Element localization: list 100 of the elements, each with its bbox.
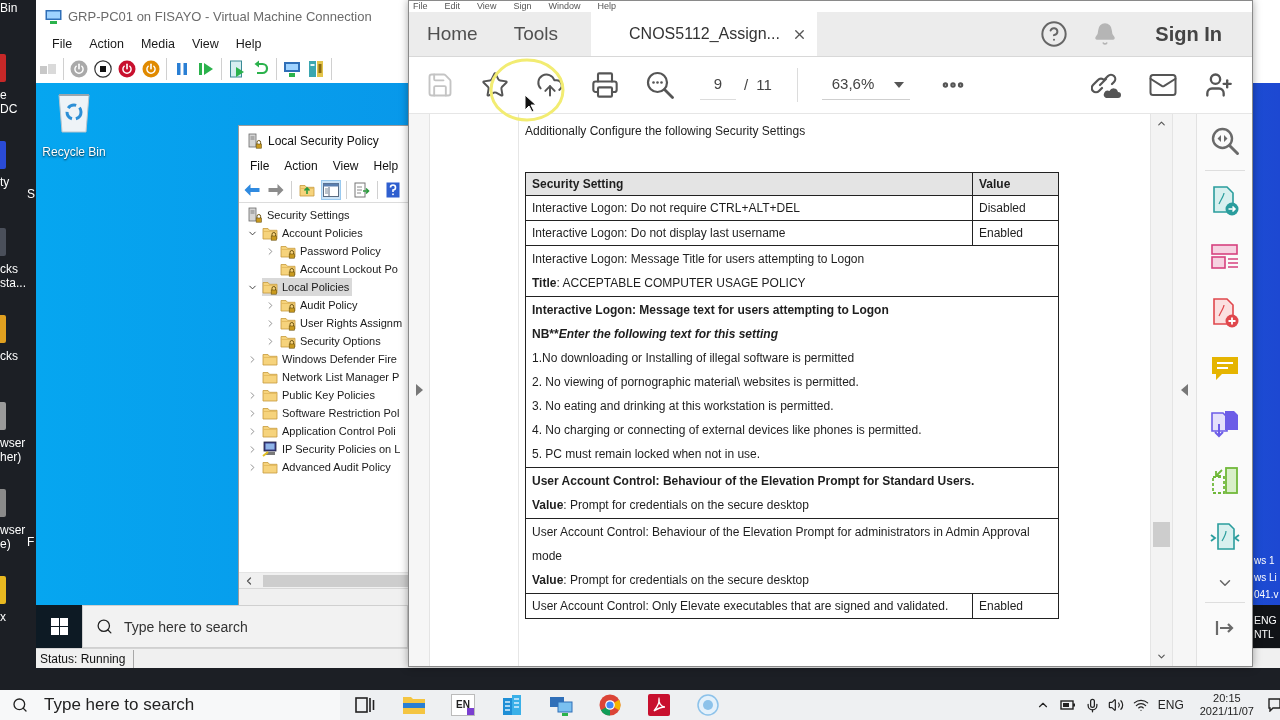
export-button[interactable] xyxy=(352,179,372,200)
tree-item[interactable]: Audit Policy xyxy=(280,296,361,314)
table-cell: Interactive Logon: Do not display last username xyxy=(525,220,973,246)
chevron-down-icon[interactable] xyxy=(1156,651,1167,662)
tree-item[interactable]: Advanced Audit Policy xyxy=(262,458,394,476)
menu-item[interactable]: File xyxy=(52,34,73,54)
documents-arrow-icon[interactable] xyxy=(1209,410,1240,440)
tree-item[interactable]: Local Policies xyxy=(262,278,353,296)
language-indicator[interactable]: NTL xyxy=(1254,626,1280,641)
tree-item[interactable]: Network List Manager P xyxy=(262,368,403,386)
menu-item[interactable]: Edit xyxy=(444,1,461,12)
desktop-icon-label: her) xyxy=(0,450,23,464)
tree-item[interactable]: IP Security Policies on L xyxy=(262,440,404,458)
desktop-icon-label: wser xyxy=(0,436,26,450)
page-layout-icon[interactable] xyxy=(1209,242,1240,272)
document-tab[interactable]: CNOS5112_Assign... xyxy=(591,12,818,56)
speaker-icon[interactable] xyxy=(1107,697,1124,713)
dashed-frame-icon[interactable] xyxy=(1209,466,1240,496)
tree-item[interactable]: User Rights Assignm xyxy=(280,314,406,332)
cloud-upload-icon[interactable] xyxy=(536,71,564,99)
menu-item[interactable]: View xyxy=(477,1,497,12)
tree-item[interactable]: Windows Defender Fire xyxy=(262,350,400,368)
microphone-icon[interactable] xyxy=(1084,697,1100,713)
table-cell: User Account Control: Only Elevate executables that are signed and validated. xyxy=(525,593,973,619)
language-indicator[interactable]: ENG xyxy=(1254,612,1280,627)
power-icon[interactable] xyxy=(142,60,160,78)
cell-text: NB**Enter the following text for this setting xyxy=(532,326,779,343)
tab[interactable]: Home xyxy=(409,12,496,56)
caret-right-icon[interactable] xyxy=(415,384,423,396)
cell-text: Title: ACCEPTABLE COMPUTER USAGE POLICY xyxy=(532,275,807,292)
tree-pane-icon xyxy=(323,182,339,197)
menu-item[interactable]: Help xyxy=(597,1,616,12)
activation-notice-text: ws 1 xyxy=(1254,554,1276,568)
network-monitor-icon[interactable] xyxy=(549,694,573,716)
menu-item[interactable]: View xyxy=(332,157,359,175)
menu-item[interactable]: Help xyxy=(373,157,399,175)
tree-item[interactable]: Public Key Policies xyxy=(262,386,378,404)
cell-text: Interactive Logon: Message text for users attempting to Logon xyxy=(532,302,890,319)
menu-item[interactable]: Window xyxy=(548,1,581,12)
menu-item[interactable]: Action xyxy=(89,34,124,54)
menu-item[interactable]: File xyxy=(413,1,428,12)
text-tile-button[interactable]: EN xyxy=(451,694,475,716)
start-icon xyxy=(50,618,68,635)
browser-icon[interactable] xyxy=(599,694,621,716)
tab[interactable]: Tools xyxy=(495,12,577,56)
page-number-field[interactable]: 9 xyxy=(700,70,736,100)
menu-item[interactable]: Help xyxy=(235,34,262,54)
clock[interactable]: 20:15 2021/11/07 xyxy=(1199,692,1254,718)
menu-item[interactable]: Media xyxy=(140,34,175,54)
table-cell: Disabled xyxy=(972,195,1059,221)
magnifier-icon[interactable] xyxy=(1209,126,1240,156)
desktop-icon-label: cks xyxy=(0,349,18,363)
window-title: Local Security Policy xyxy=(268,132,379,150)
zoom-dropdown[interactable]: 63,6% xyxy=(821,70,910,100)
tree-item[interactable]: Software Restriction Pol xyxy=(262,404,403,422)
scrollbar-thumb[interactable] xyxy=(1153,522,1170,547)
task-view-icon[interactable] xyxy=(355,696,375,714)
desktop-icon-label: cks xyxy=(0,262,19,276)
notification-icon[interactable] xyxy=(1268,698,1280,712)
wifi-icon[interactable] xyxy=(1132,697,1149,713)
bar-arrow-icon[interactable] xyxy=(1214,619,1235,637)
scrollbar-thumb[interactable] xyxy=(263,574,408,587)
sign-in-button[interactable]: Sign In xyxy=(1155,19,1222,49)
battery-icon[interactable] xyxy=(1059,699,1076,711)
search-field[interactable]: Type here to search xyxy=(0,690,340,720)
tree-item[interactable]: Security Settings xyxy=(247,206,353,224)
pdf-app-icon[interactable] xyxy=(648,694,670,716)
menu-item[interactable]: Action xyxy=(284,157,318,175)
start-button[interactable] xyxy=(36,605,82,648)
magnifier-icon[interactable] xyxy=(646,71,674,99)
tree-item[interactable]: Application Control Poli xyxy=(262,422,399,440)
play-icon[interactable] xyxy=(197,60,215,78)
menu-item[interactable]: File xyxy=(250,157,270,175)
print-icon[interactable] xyxy=(591,71,619,99)
folder-icon[interactable] xyxy=(402,695,426,715)
menu-item[interactable]: Sign xyxy=(513,1,532,12)
help-icon[interactable] xyxy=(1040,20,1069,48)
search-field[interactable]: Type here to search xyxy=(82,605,408,648)
recycle-bin-icon[interactable] xyxy=(56,91,92,133)
server-icon[interactable] xyxy=(307,60,325,78)
folder-icon xyxy=(262,459,278,475)
add-user-icon[interactable] xyxy=(1205,71,1233,99)
document-play-icon[interactable] xyxy=(228,60,246,78)
power-icon[interactable] xyxy=(118,60,136,78)
caret-left-icon[interactable] xyxy=(1181,384,1188,396)
building-icon[interactable] xyxy=(501,694,523,716)
column-header: Value xyxy=(972,172,1059,196)
document-inward-arrows-icon[interactable] xyxy=(1209,522,1240,552)
tree-pane-button[interactable] xyxy=(321,179,341,200)
language-indicator[interactable]: ENG xyxy=(1157,696,1184,714)
link-cloud-icon[interactable] xyxy=(1091,71,1121,99)
tree-item[interactable]: Password Policy xyxy=(280,242,384,260)
star-icon[interactable] xyxy=(481,71,509,99)
tree-item[interactable]: Account Policies xyxy=(262,224,366,242)
export-list-icon xyxy=(354,181,370,198)
menu-item[interactable]: View xyxy=(191,34,219,54)
monitor-icon[interactable] xyxy=(283,60,301,78)
tree-item[interactable]: Account Lockout Po xyxy=(280,260,401,278)
stop-icon[interactable] xyxy=(94,60,112,78)
tree-item[interactable]: Security Options xyxy=(280,332,384,350)
